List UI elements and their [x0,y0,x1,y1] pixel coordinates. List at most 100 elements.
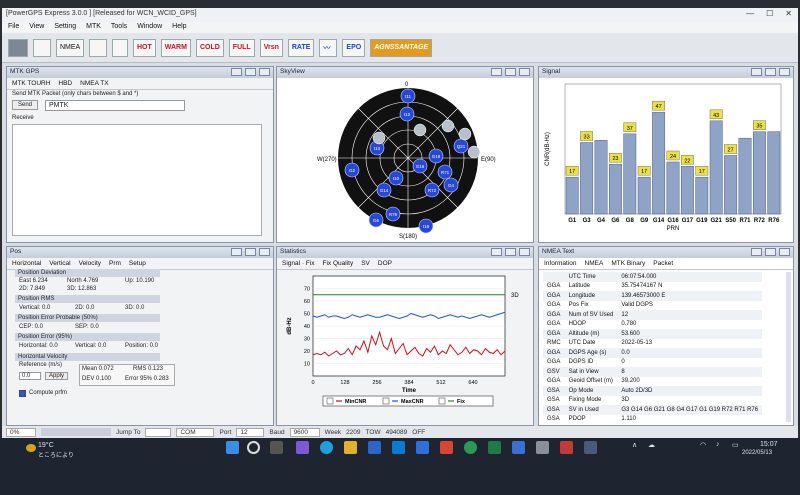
panel-minimize-icon[interactable] [491,68,502,76]
wifi-icon[interactable]: ◠ [700,441,706,449]
panel-maximize-icon[interactable] [505,68,516,76]
tab-mtk-binary[interactable]: MTK Binary [611,260,645,267]
agnss-button[interactable]: AGNSSANTAGE [370,38,433,57]
tab-horizontal[interactable]: Horizontal [12,260,41,267]
teams-icon[interactable] [512,441,525,454]
panel-minimize-icon[interactable] [231,248,242,256]
nmea-scrollbar[interactable] [786,272,791,422]
tab-prfm[interactable]: Prm [109,260,121,267]
chevron-up-icon[interactable]: ∧ [632,441,637,449]
reference-input[interactable]: 0.0 [19,372,41,380]
outlook-icon[interactable] [392,441,405,454]
connect-button[interactable] [8,38,28,57]
menu-file[interactable]: File [8,23,19,32]
panel-minimize-icon[interactable] [231,68,242,76]
menu-tools[interactable]: Tools [111,23,127,32]
cold-start-button[interactable]: COLD [195,38,224,57]
panel-close-icon[interactable] [259,68,270,76]
panel-close-icon[interactable] [519,248,530,256]
maximize-icon[interactable]: ☐ [766,9,773,18]
send-button[interactable]: Send [12,100,39,110]
tab-sv[interactable]: SV [361,260,370,267]
sentence-cell: GGA [547,378,561,385]
rate-button[interactable]: RATE [287,38,315,57]
minimize-icon[interactable]: — [746,9,754,18]
legend-checkbox[interactable] [438,397,446,405]
panel-maximize-icon[interactable] [245,68,256,76]
tab-dop[interactable]: DOP [378,260,392,267]
tab-packet[interactable]: Packet [653,260,673,267]
menu-mtk[interactable]: MTK [86,23,101,32]
start-icon[interactable] [226,441,239,454]
epo-button[interactable]: EPO [342,38,366,57]
jump-to-input[interactable] [145,427,172,437]
panel-close-icon[interactable] [259,248,270,256]
store-icon[interactable] [368,441,381,454]
receive-label: Receive [12,115,34,121]
excel-icon[interactable] [488,441,501,454]
search-icon[interactable] [247,441,260,454]
nmea-dropdown[interactable]: NMEA [56,38,84,57]
word-icon[interactable] [416,441,429,454]
taskbar: 19°C ところにより ∧ ☁ ◠ ♪ ▭ 15:07 2022/05/13 [0,438,800,495]
edge-icon[interactable] [320,441,333,454]
legend-checkbox[interactable] [382,397,390,405]
tab-vertical[interactable]: Vertical [49,260,70,267]
clock-date[interactable]: 2022/05/13 [742,450,772,456]
panel-maximize-icon[interactable] [505,248,516,256]
apply-button[interactable]: Apply [45,372,69,380]
hot-start-button[interactable]: HOT [133,38,156,57]
panel-minimize-icon[interactable] [751,248,762,256]
menu-window[interactable]: Window [137,23,162,32]
tab-fix-quality[interactable]: Fix Quality [323,260,354,267]
panel-close-icon[interactable] [779,248,790,256]
compute-prfm-checkbox[interactable] [19,390,26,397]
chat-icon[interactable] [296,441,309,454]
signal-panel: Signal 17 G1 33 G3 G4 23 G6 37 G8 17 G9 47 G14 24 G16 2… [538,66,794,243]
tab-mtk-tourh[interactable]: MTK TOURH [12,80,50,87]
chrome-icon[interactable] [464,441,477,454]
warm-start-button[interactable]: WARM [160,38,191,57]
panel-minimize-icon[interactable] [751,68,762,76]
signal-bar [666,161,680,215]
legend-checkbox[interactable] [326,397,334,405]
panel-maximize-icon[interactable] [245,248,256,256]
powergps-icon[interactable] [560,441,573,454]
clock-time[interactable]: 15:07 [760,441,778,448]
app-icon[interactable] [536,441,549,454]
powerpoint-icon[interactable] [440,441,453,454]
panel-minimize-icon[interactable] [491,248,502,256]
explorer-icon[interactable] [344,441,357,454]
panel-close-icon[interactable] [519,68,530,76]
battery-icon[interactable]: ▭ [732,441,739,449]
packet-input[interactable]: PMTK [45,100,185,111]
tab-nmea-tx[interactable]: NMEA TX [80,80,108,87]
port-select[interactable]: 12 [236,427,265,437]
satellite-button[interactable] [33,38,51,57]
com-select[interactable]: COM [176,427,215,437]
panel-maximize-icon[interactable] [765,68,776,76]
chart-button[interactable]: 〰 [319,38,338,57]
tab-signal-fix[interactable]: Signal · Fix [282,260,315,267]
tab-information[interactable]: Information [544,260,577,267]
stop-button[interactable] [112,38,128,57]
task-view-icon[interactable] [270,441,283,454]
tab-setup[interactable]: Setup [129,260,146,267]
tab-hbd[interactable]: HBD [58,80,72,87]
version-button[interactable]: Vrsn [259,38,283,57]
terminal-icon[interactable] [584,441,597,454]
onedrive-icon[interactable]: ☁ [648,441,655,449]
baud-select[interactable]: 9600 [289,427,320,437]
volume-icon[interactable]: ♪ [716,441,720,448]
tab-nmea[interactable]: NMEA [585,260,604,267]
menu-view[interactable]: View [29,23,44,32]
receive-area[interactable] [12,124,262,236]
record-button[interactable] [89,38,107,57]
menu-setting[interactable]: Setting [54,23,76,32]
menu-help[interactable]: Help [172,23,186,32]
panel-maximize-icon[interactable] [765,248,776,256]
close-icon[interactable]: ✕ [785,9,792,18]
tab-velocity[interactable]: Velocity [79,260,101,267]
panel-close-icon[interactable] [779,68,790,76]
full-start-button[interactable]: FULL [228,38,255,57]
